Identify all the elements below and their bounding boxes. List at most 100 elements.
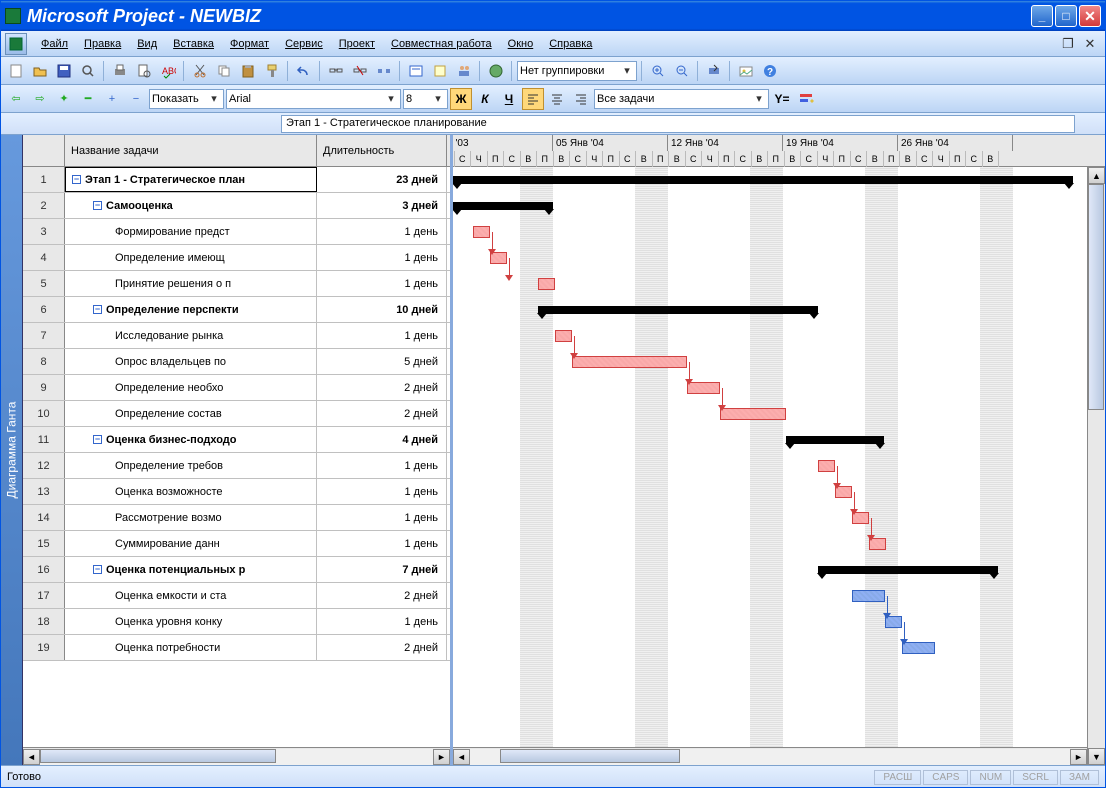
menu-collab[interactable]: Совместная работа — [383, 35, 500, 53]
table-row[interactable]: 6−Определение перспекти10 дней — [23, 297, 450, 323]
summary-bar[interactable] — [786, 436, 884, 444]
row-number[interactable]: 2 — [23, 193, 65, 218]
table-row[interactable]: 18Оценка уровня конку1 день — [23, 609, 450, 635]
task-name-cell[interactable]: Оценка потребности — [65, 635, 317, 660]
show-subtasks-icon[interactable]: + — [101, 88, 123, 110]
gantt-wizard-icon[interactable] — [795, 88, 817, 110]
copy-picture-icon[interactable] — [735, 60, 757, 82]
task-name-cell[interactable]: Определение необхо — [65, 375, 317, 400]
outline-collapse-icon[interactable]: − — [93, 435, 102, 444]
menu-view[interactable]: Вид — [129, 35, 165, 53]
scroll-left-icon[interactable]: ◄ — [23, 749, 40, 765]
row-number[interactable]: 5 — [23, 271, 65, 296]
row-number[interactable]: 19 — [23, 635, 65, 660]
menu-help[interactable]: Справка — [541, 35, 600, 53]
task-name-cell[interactable]: Принятие решения о п — [65, 271, 317, 296]
duration-cell[interactable]: 5 дней — [317, 349, 447, 374]
duration-cell[interactable]: 1 день — [317, 219, 447, 244]
gantt-vscroll[interactable]: ▲ ▼ — [1087, 167, 1105, 765]
task-name-cell[interactable]: −Самооценка — [65, 193, 317, 218]
duration-cell[interactable]: 1 день — [317, 479, 447, 504]
print-preview-icon[interactable] — [133, 60, 155, 82]
task-name-cell[interactable]: Оценка возможносте — [65, 479, 317, 504]
task-name-cell[interactable]: Рассмотрение возмо — [65, 505, 317, 530]
task-bar[interactable] — [720, 408, 786, 420]
scroll-left-icon[interactable]: ◄ — [453, 749, 470, 765]
outline-collapse-icon[interactable]: − — [93, 201, 102, 210]
scroll-right-icon[interactable]: ► — [1070, 749, 1087, 765]
copy-icon[interactable] — [213, 60, 235, 82]
undo-icon[interactable] — [293, 60, 315, 82]
split-task-icon[interactable] — [373, 60, 395, 82]
menu-format[interactable]: Формат — [222, 35, 277, 53]
align-left-button[interactable] — [522, 88, 544, 110]
row-number[interactable]: 15 — [23, 531, 65, 556]
column-duration[interactable]: Длительность — [317, 135, 447, 166]
row-number[interactable]: 1 — [23, 167, 65, 192]
task-bar[interactable] — [473, 226, 490, 238]
scroll-up-icon[interactable]: ▲ — [1088, 167, 1105, 184]
task-name-cell[interactable]: Определение имеющ — [65, 245, 317, 270]
nav-forward-icon[interactable]: ⇨ — [29, 88, 51, 110]
minimize-button[interactable]: _ — [1031, 5, 1053, 27]
scroll-right-icon[interactable]: ► — [433, 749, 450, 765]
row-number[interactable]: 16 — [23, 557, 65, 582]
table-row[interactable]: 3Формирование предст1 день — [23, 219, 450, 245]
task-name-cell[interactable]: Оценка емкости и ста — [65, 583, 317, 608]
table-row[interactable]: 14Рассмотрение возмо1 день — [23, 505, 450, 531]
column-taskname[interactable]: Название задачи — [65, 135, 317, 166]
duration-cell[interactable]: 1 день — [317, 245, 447, 270]
nav-back-icon[interactable]: ⇦ — [5, 88, 27, 110]
task-name-cell[interactable]: Оценка уровня конку — [65, 609, 317, 634]
task-name-cell[interactable]: −Оценка потенциальных р — [65, 557, 317, 582]
summary-bar[interactable] — [453, 202, 553, 210]
duration-cell[interactable]: 2 дней — [317, 375, 447, 400]
paste-icon[interactable] — [237, 60, 259, 82]
row-number[interactable]: 4 — [23, 245, 65, 270]
new-file-icon[interactable] — [5, 60, 27, 82]
task-name-cell[interactable]: −Этап 1 - Стратегическое план — [65, 167, 317, 192]
duration-cell[interactable]: 3 дней — [317, 193, 447, 218]
row-number[interactable]: 7 — [23, 323, 65, 348]
gantt-body[interactable] — [453, 167, 1105, 765]
task-name-cell[interactable]: Определение состав — [65, 401, 317, 426]
task-name-cell[interactable]: Суммирование данн — [65, 531, 317, 556]
duration-cell[interactable]: 1 день — [317, 453, 447, 478]
task-notes-icon[interactable] — [429, 60, 451, 82]
table-row[interactable]: 2−Самооценка3 дней — [23, 193, 450, 219]
timescale[interactable]: Дек '0305 Янв '0412 Янв '0419 Янв '0426 … — [453, 135, 1105, 167]
duration-cell[interactable]: 2 дней — [317, 635, 447, 660]
goto-task-icon[interactable] — [703, 60, 725, 82]
task-name-cell[interactable]: −Оценка бизнес-подходо — [65, 427, 317, 452]
table-row[interactable]: 10Определение состав2 дней — [23, 401, 450, 427]
table-row[interactable]: 16−Оценка потенциальных р7 дней — [23, 557, 450, 583]
italic-button[interactable]: К — [474, 88, 496, 110]
duration-cell[interactable]: 1 день — [317, 531, 447, 556]
task-bar[interactable] — [818, 460, 835, 472]
underline-button[interactable]: Ч — [498, 88, 520, 110]
help-icon[interactable]: ? — [759, 60, 781, 82]
maximize-button[interactable]: □ — [1055, 5, 1077, 27]
duration-cell[interactable]: 2 дней — [317, 401, 447, 426]
duration-cell[interactable]: 2 дней — [317, 583, 447, 608]
row-number[interactable]: 9 — [23, 375, 65, 400]
task-bar[interactable] — [572, 356, 687, 368]
filter-combo[interactable]: Все задачи▾ — [594, 89, 769, 109]
table-row[interactable]: 17Оценка емкости и ста2 дней — [23, 583, 450, 609]
row-number[interactable]: 13 — [23, 479, 65, 504]
indent-icon[interactable]: ━ — [77, 88, 99, 110]
task-name-cell[interactable]: Формирование предст — [65, 219, 317, 244]
duration-cell[interactable]: 1 день — [317, 323, 447, 348]
hide-subtasks-icon[interactable]: − — [125, 88, 147, 110]
table-row[interactable]: 1−Этап 1 - Стратегическое план23 дней — [23, 167, 450, 193]
show-combo[interactable]: Показать▾ — [149, 89, 224, 109]
task-name-cell[interactable]: Определение требов — [65, 453, 317, 478]
menu-edit[interactable]: Правка — [76, 35, 129, 53]
publish-icon[interactable] — [485, 60, 507, 82]
menu-window[interactable]: Окно — [500, 35, 542, 53]
align-right-button[interactable] — [570, 88, 592, 110]
row-number[interactable]: 17 — [23, 583, 65, 608]
outline-collapse-icon[interactable]: − — [93, 565, 102, 574]
duration-cell[interactable]: 10 дней — [317, 297, 447, 322]
row-header-corner[interactable] — [23, 135, 65, 166]
